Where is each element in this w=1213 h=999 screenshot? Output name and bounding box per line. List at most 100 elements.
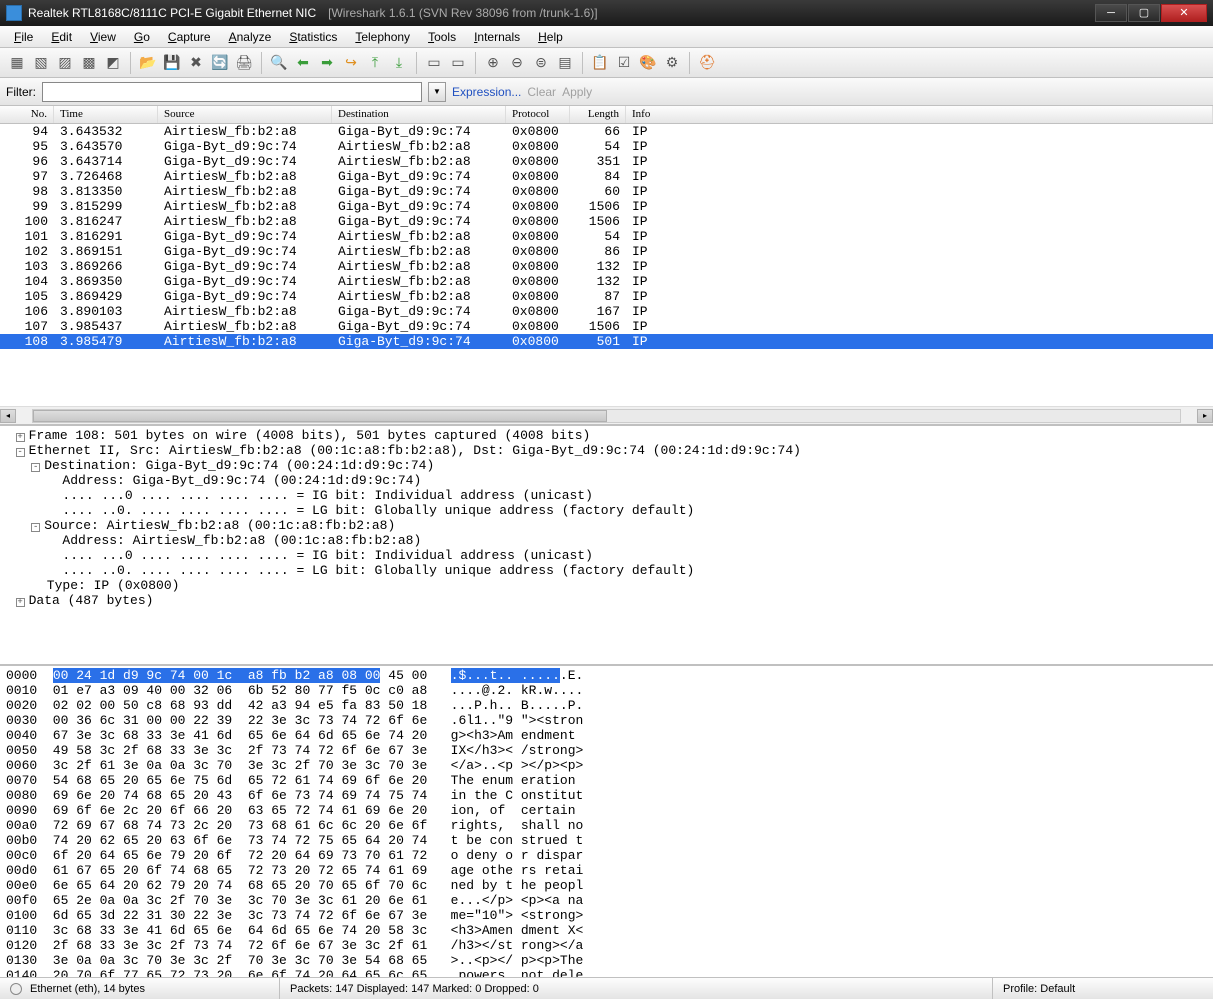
- close-button[interactable]: ✕: [1161, 4, 1207, 22]
- display-filters-icon[interactable]: ☑: [613, 52, 635, 74]
- hex-line[interactable]: 0060 3c 2f 61 3e 0a 0a 3c 70 3e 3c 2f 70…: [6, 758, 1207, 773]
- capture-restart-icon[interactable]: ◩: [102, 52, 124, 74]
- tree-node[interactable]: Address: Giga-Byt_d9:9c:74 (00:24:1d:d9:…: [0, 473, 1213, 488]
- menu-tools[interactable]: Tools: [420, 28, 464, 46]
- menu-help[interactable]: Help: [530, 28, 571, 46]
- help-icon[interactable]: ⛑: [696, 52, 718, 74]
- hex-line[interactable]: 00b0 74 20 62 65 20 63 6f 6e 73 74 72 75…: [6, 833, 1207, 848]
- col-no[interactable]: No.: [0, 106, 54, 123]
- close-file-icon[interactable]: ✖: [185, 52, 207, 74]
- open-icon[interactable]: 📂: [137, 52, 159, 74]
- capture-stop-icon[interactable]: ▩: [78, 52, 100, 74]
- hex-line[interactable]: 00a0 72 69 67 68 74 73 2c 20 73 68 61 6c…: [6, 818, 1207, 833]
- menu-analyze[interactable]: Analyze: [221, 28, 280, 46]
- filter-input[interactable]: [42, 82, 422, 102]
- packet-list-header[interactable]: No. Time Source Destination Protocol Len…: [0, 106, 1213, 124]
- col-destination[interactable]: Destination: [332, 106, 506, 123]
- hex-line[interactable]: 00e0 6e 65 64 20 62 79 20 74 68 65 20 70…: [6, 878, 1207, 893]
- hex-line[interactable]: 0080 69 6e 20 74 68 65 20 43 6f 6e 73 74…: [6, 788, 1207, 803]
- hex-line[interactable]: 0050 49 58 3c 2f 68 33 3e 3c 2f 73 74 72…: [6, 743, 1207, 758]
- capture-interfaces-icon[interactable]: ▦: [6, 52, 28, 74]
- tree-node[interactable]: +Frame 108: 501 bytes on wire (4008 bits…: [0, 428, 1213, 443]
- col-protocol[interactable]: Protocol: [506, 106, 570, 123]
- scroll-right-icon[interactable]: ▸: [1197, 409, 1213, 423]
- zoom-reset-icon[interactable]: ⊜: [530, 52, 552, 74]
- packet-row[interactable]: 1083.985479AirtiesW_fb:b2:a8Giga-Byt_d9:…: [0, 334, 1213, 349]
- tree-node[interactable]: Type: IP (0x0800): [0, 578, 1213, 593]
- packet-row[interactable]: 953.643570Giga-Byt_d9:9c:74AirtiesW_fb:b…: [0, 139, 1213, 154]
- coloring-rules-icon[interactable]: 🎨: [637, 52, 659, 74]
- packet-bytes-pane[interactable]: 0000 00 24 1d d9 9c 74 00 1c a8 fb b2 a8…: [0, 666, 1213, 977]
- menu-telephony[interactable]: Telephony: [347, 28, 418, 46]
- tree-node[interactable]: +Data (487 bytes): [0, 593, 1213, 608]
- expression-button[interactable]: Expression...: [452, 85, 521, 99]
- packet-row[interactable]: 1053.869429Giga-Byt_d9:9c:74AirtiesW_fb:…: [0, 289, 1213, 304]
- packet-list-body[interactable]: 943.643532AirtiesW_fb:b2:a8Giga-Byt_d9:9…: [0, 124, 1213, 406]
- menu-edit[interactable]: Edit: [43, 28, 80, 46]
- hex-line[interactable]: 0110 3c 68 33 3e 41 6d 65 6e 64 6d 65 6e…: [6, 923, 1207, 938]
- col-source[interactable]: Source: [158, 106, 332, 123]
- colorize-icon[interactable]: ▭: [423, 52, 445, 74]
- menu-go[interactable]: Go: [126, 28, 158, 46]
- hex-line[interactable]: 0140 20 70 6f 77 65 72 73 20 6e 6f 74 20…: [6, 968, 1207, 977]
- col-time[interactable]: Time: [54, 106, 158, 123]
- packet-details-pane[interactable]: +Frame 108: 501 bytes on wire (4008 bits…: [0, 426, 1213, 666]
- go-forward-icon[interactable]: ➡: [316, 52, 338, 74]
- hex-line[interactable]: 00f0 65 2e 0a 0a 3c 2f 70 3e 3c 70 3e 3c…: [6, 893, 1207, 908]
- print-icon[interactable]: 🖨: [233, 52, 255, 74]
- tree-node[interactable]: -Destination: Giga-Byt_d9:9c:74 (00:24:1…: [0, 458, 1213, 473]
- filter-dropdown[interactable]: ▼: [428, 82, 446, 102]
- packet-row[interactable]: 1033.869266Giga-Byt_d9:9c:74AirtiesW_fb:…: [0, 259, 1213, 274]
- hex-line[interactable]: 0010 01 e7 a3 09 40 00 32 06 6b 52 80 77…: [6, 683, 1207, 698]
- packet-row[interactable]: 1063.890103AirtiesW_fb:b2:a8Giga-Byt_d9:…: [0, 304, 1213, 319]
- hex-line[interactable]: 00d0 61 67 65 20 6f 74 68 65 72 73 20 72…: [6, 863, 1207, 878]
- menu-statistics[interactable]: Statistics: [281, 28, 345, 46]
- hex-line[interactable]: 0100 6d 65 3d 22 31 30 22 3e 3c 73 74 72…: [6, 908, 1207, 923]
- capture-start-icon[interactable]: ▨: [54, 52, 76, 74]
- save-icon[interactable]: 💾: [161, 52, 183, 74]
- packet-row[interactable]: 973.726468AirtiesW_fb:b2:a8Giga-Byt_d9:9…: [0, 169, 1213, 184]
- tree-node[interactable]: -Ethernet II, Src: AirtiesW_fb:b2:a8 (00…: [0, 443, 1213, 458]
- tree-node[interactable]: .... ...0 .... .... .... .... = IG bit: …: [0, 548, 1213, 563]
- hex-line[interactable]: 0020 02 02 00 50 c8 68 93 dd 42 a3 94 e5…: [6, 698, 1207, 713]
- maximize-button[interactable]: ▢: [1128, 4, 1160, 22]
- resize-cols-icon[interactable]: ▤: [554, 52, 576, 74]
- go-back-icon[interactable]: ⬅: [292, 52, 314, 74]
- find-icon[interactable]: 🔍: [268, 52, 290, 74]
- menu-file[interactable]: File: [6, 28, 41, 46]
- packet-row[interactable]: 1023.869151Giga-Byt_d9:9c:74AirtiesW_fb:…: [0, 244, 1213, 259]
- hex-line[interactable]: 0120 2f 68 33 3e 3c 2f 73 74 72 6f 6e 67…: [6, 938, 1207, 953]
- tree-node[interactable]: .... ...0 .... .... .... .... = IG bit: …: [0, 488, 1213, 503]
- hex-line[interactable]: 0090 69 6f 6e 2c 20 6f 66 20 63 65 72 74…: [6, 803, 1207, 818]
- menu-view[interactable]: View: [82, 28, 124, 46]
- scroll-left-icon[interactable]: ◂: [0, 409, 16, 423]
- prefs-icon[interactable]: ⚙: [661, 52, 683, 74]
- packet-row[interactable]: 943.643532AirtiesW_fb:b2:a8Giga-Byt_d9:9…: [0, 124, 1213, 139]
- menu-capture[interactable]: Capture: [160, 28, 219, 46]
- col-length[interactable]: Length: [570, 106, 626, 123]
- clear-button[interactable]: Clear: [527, 85, 556, 99]
- reload-icon[interactable]: 🔄: [209, 52, 231, 74]
- horizontal-scrollbar[interactable]: ◂ ▸: [0, 406, 1213, 424]
- hex-line[interactable]: 0070 54 68 65 20 65 6e 75 6d 65 72 61 74…: [6, 773, 1207, 788]
- packet-row[interactable]: 1003.816247AirtiesW_fb:b2:a8Giga-Byt_d9:…: [0, 214, 1213, 229]
- zoom-out-icon[interactable]: ⊖: [506, 52, 528, 74]
- capture-filters-icon[interactable]: 📋: [589, 52, 611, 74]
- go-first-icon[interactable]: ⤒: [364, 52, 386, 74]
- hex-line[interactable]: 00c0 6f 20 64 65 6e 79 20 6f 72 20 64 69…: [6, 848, 1207, 863]
- col-info[interactable]: Info: [626, 106, 1213, 123]
- go-to-icon[interactable]: ↪: [340, 52, 362, 74]
- hex-line[interactable]: 0030 00 36 6c 31 00 00 22 39 22 3e 3c 73…: [6, 713, 1207, 728]
- minimize-button[interactable]: ─: [1095, 4, 1127, 22]
- packet-row[interactable]: 963.643714Giga-Byt_d9:9c:74AirtiesW_fb:b…: [0, 154, 1213, 169]
- apply-button[interactable]: Apply: [562, 85, 592, 99]
- packet-row[interactable]: 1013.816291Giga-Byt_d9:9c:74AirtiesW_fb:…: [0, 229, 1213, 244]
- go-last-icon[interactable]: ⤓: [388, 52, 410, 74]
- hex-line[interactable]: 0040 67 3e 3c 68 33 3e 41 6d 65 6e 64 6d…: [6, 728, 1207, 743]
- capture-options-icon[interactable]: ▧: [30, 52, 52, 74]
- tree-node[interactable]: Address: AirtiesW_fb:b2:a8 (00:1c:a8:fb:…: [0, 533, 1213, 548]
- packet-row[interactable]: 1043.869350Giga-Byt_d9:9c:74AirtiesW_fb:…: [0, 274, 1213, 289]
- menu-internals[interactable]: Internals: [466, 28, 528, 46]
- auto-scroll-icon[interactable]: ▭: [447, 52, 469, 74]
- tree-node[interactable]: .... ..0. .... .... .... .... = LG bit: …: [0, 563, 1213, 578]
